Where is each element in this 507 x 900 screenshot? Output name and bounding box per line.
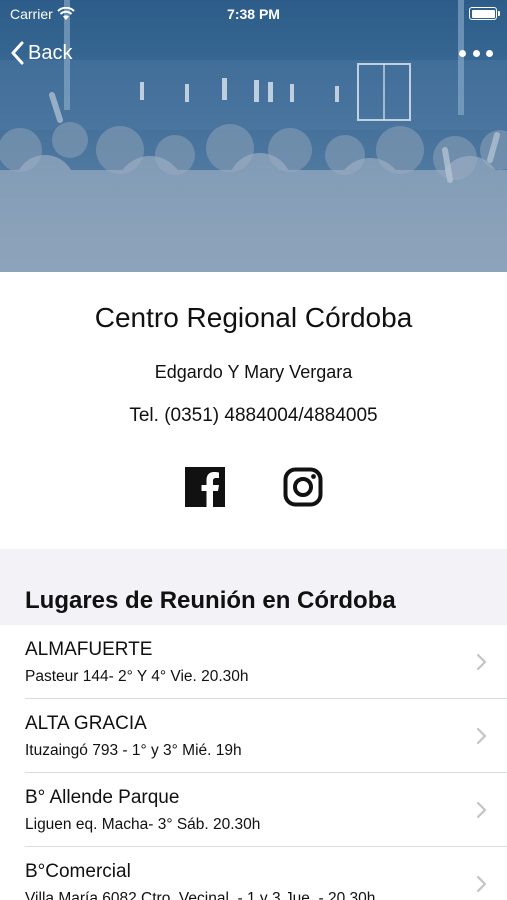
meeting-places-header: Lugares de Reunión en Córdoba (0, 549, 507, 625)
chevron-right-icon (476, 727, 487, 745)
back-label: Back (28, 41, 73, 64)
list-item[interactable]: ALMAFUERTE Pasteur 144- 2° Y 4° Vie. 20.… (0, 625, 507, 699)
more-dot-icon (459, 49, 466, 57)
status-time: 7:38 PM (227, 6, 280, 22)
hero-banner: Carrier 7:38 PM Back (0, 0, 507, 272)
church-name: Centro Regional Córdoba (94, 302, 413, 333)
place-name: ALMAFUERTE (25, 639, 153, 660)
status-bar: Carrier 7:38 PM (0, 0, 507, 30)
instagram-icon[interactable] (283, 467, 323, 507)
list-item[interactable]: ALTA GRACIA Ituzaingó 793 - 1° y 3° Mié.… (0, 699, 507, 773)
meeting-places-list: ALMAFUERTE Pasteur 144- 2° Y 4° Vie. 20.… (0, 625, 507, 900)
phone-number[interactable]: Tel. (0351) 4884004/4884005 (0, 405, 507, 427)
chevron-right-icon (476, 653, 487, 671)
section-title: Lugares de Reunión en Córdoba (25, 587, 396, 614)
church-info: Centro Regional Córdoba Edgardo Y Mary V… (0, 272, 507, 549)
battery-icon (469, 7, 500, 20)
battery-level (471, 9, 495, 18)
place-detail: Villa María 6082 Ctro. Vecinal. - 1 y 3 … (25, 890, 376, 900)
facebook-icon[interactable] (185, 467, 225, 507)
chevron-right-icon (476, 801, 487, 819)
place-name: B° Allende Parque (25, 787, 180, 808)
place-name: ALTA GRACIA (25, 713, 147, 734)
chevron-right-icon (476, 875, 487, 893)
chevron-left-icon (11, 41, 24, 65)
list-item[interactable]: B° Allende Parque Liguen eq. Macha- 3° S… (0, 773, 507, 847)
place-detail: Pasteur 144- 2° Y 4° Vie. 20.30h (25, 668, 249, 685)
place-detail: Liguen eq. Macha- 3° Sáb. 20.30h (25, 816, 261, 833)
worship-crowd-photo (0, 0, 507, 272)
place-name: B°Comercial (25, 861, 131, 882)
more-dot-icon (472, 49, 480, 57)
more-dot-icon (486, 49, 493, 57)
place-detail: Ituzaingó 793 - 1° y 3° Mié. 19h (25, 742, 242, 759)
list-item[interactable]: B°Comercial Villa María 6082 Ctro. Vecin… (0, 847, 507, 900)
back-button[interactable]: Back (10, 38, 72, 68)
more-options-button[interactable] (459, 40, 493, 66)
pastors-name: Edgardo Y Mary Vergara (154, 362, 353, 382)
